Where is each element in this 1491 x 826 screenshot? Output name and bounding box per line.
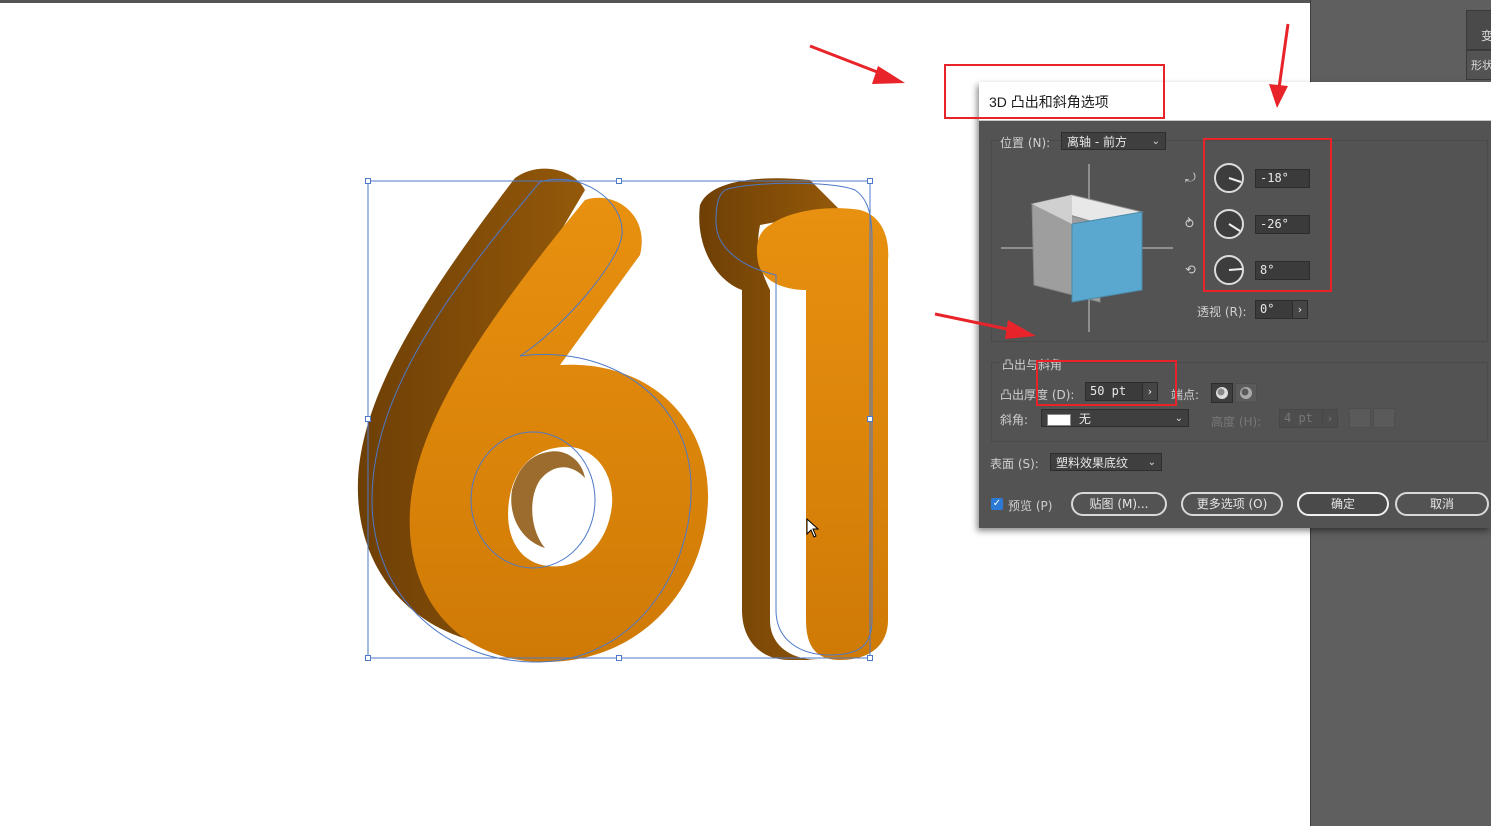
bevel-label: 斜角: bbox=[1000, 413, 1029, 427]
bevel-extent-out-button bbox=[1373, 408, 1395, 428]
cancel-button[interactable]: 取消 bbox=[1395, 492, 1489, 516]
selection-handle bbox=[365, 655, 371, 661]
transform-panel-tab[interactable]: 变 bbox=[1466, 10, 1491, 50]
y-axis-rotate-icon: ⥁ bbox=[1185, 217, 1194, 232]
height-slider-button: › bbox=[1322, 409, 1338, 428]
bevel-swatch bbox=[1047, 413, 1071, 426]
shape-panel-tab[interactable]: 形状 bbox=[1466, 50, 1491, 80]
selection-handle bbox=[616, 655, 622, 661]
more-options-button[interactable]: 更多选项 (O) bbox=[1181, 492, 1283, 516]
preview-checkbox[interactable]: ✓ bbox=[991, 498, 1003, 510]
chevron-down-icon: ⌄ bbox=[1174, 413, 1183, 424]
height-field: 4 pt bbox=[1279, 409, 1323, 428]
surface-label: 表面 (S): bbox=[990, 457, 1039, 471]
selection-handle bbox=[867, 655, 873, 661]
top-ruler bbox=[0, 0, 1310, 3]
z-axis-rotate-icon: ⟲ bbox=[1185, 263, 1196, 278]
position-select[interactable]: 离轴 - 前方 ⌄ bbox=[1061, 132, 1166, 150]
chevron-down-icon: ⌄ bbox=[1151, 136, 1160, 147]
rotation-track-cube[interactable] bbox=[999, 162, 1179, 334]
annotation-box-rotation bbox=[1203, 138, 1332, 292]
map-art-button[interactable]: 贴图 (M)... bbox=[1071, 492, 1167, 516]
selection-handle bbox=[616, 178, 622, 184]
chevron-down-icon: ⌄ bbox=[1147, 457, 1156, 468]
cap-off-button[interactable] bbox=[1235, 383, 1257, 403]
bevel-extent-in-button bbox=[1349, 408, 1371, 428]
selection-handle bbox=[365, 416, 371, 422]
selection-handle bbox=[365, 178, 371, 184]
position-label: 位置 (N): bbox=[1000, 136, 1051, 150]
annotation-box-title bbox=[944, 64, 1165, 119]
preview-label: 预览 (P) bbox=[1008, 499, 1053, 513]
perspective-label: 透视 (R): bbox=[1197, 305, 1247, 319]
cap-on-button[interactable] bbox=[1211, 383, 1233, 403]
digit-1-face bbox=[756, 208, 889, 660]
ok-button[interactable]: 确定 bbox=[1297, 492, 1389, 516]
perspective-field[interactable]: 0° bbox=[1255, 300, 1293, 319]
3d-text-artwork[interactable] bbox=[340, 160, 900, 680]
selection-handle bbox=[867, 416, 873, 422]
annotation-arrow-title bbox=[809, 44, 905, 84]
height-label: 高度 (H): bbox=[1211, 415, 1262, 429]
perspective-slider-button[interactable]: › bbox=[1292, 300, 1308, 319]
mouse-cursor-icon bbox=[806, 518, 820, 538]
annotation-box-depth bbox=[1036, 360, 1177, 406]
surface-select[interactable]: 塑料效果底纹 ⌄ bbox=[1050, 453, 1162, 471]
bevel-select[interactable]: 无 ⌄ bbox=[1041, 409, 1189, 427]
selection-handle bbox=[867, 178, 873, 184]
x-axis-rotate-icon: ⤾ bbox=[1185, 171, 1196, 186]
